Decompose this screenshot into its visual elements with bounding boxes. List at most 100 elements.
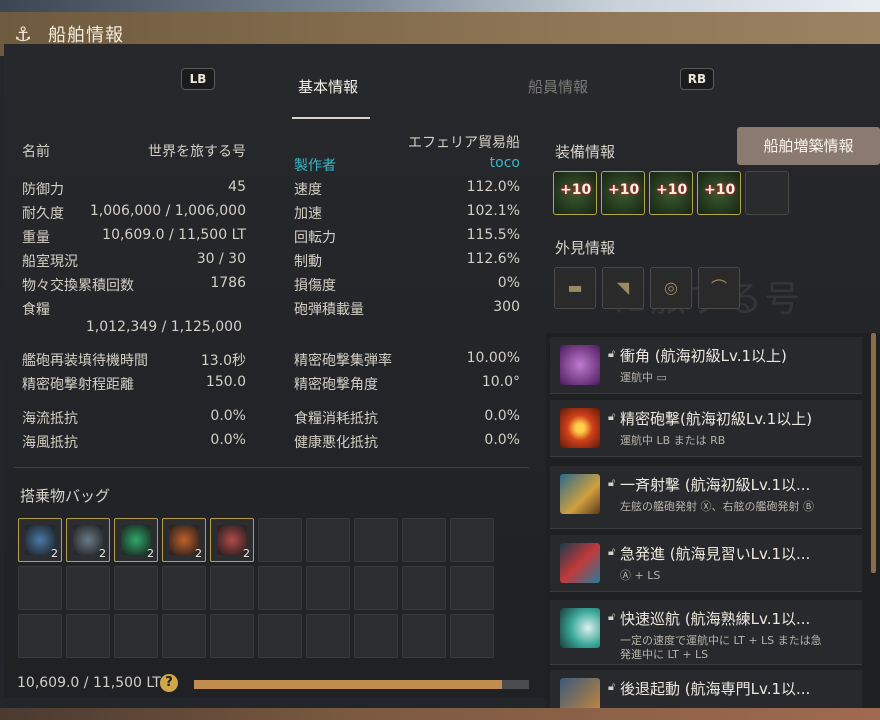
equipment-slot[interactable]: +10 [553, 171, 597, 215]
stat-label: 海風抵抗 [22, 435, 78, 451]
bag-slot-empty[interactable] [402, 614, 446, 658]
bag-slot-empty[interactable] [306, 614, 350, 658]
bag-slot-empty[interactable] [258, 614, 302, 658]
rb-button[interactable]: RB [680, 68, 714, 90]
skill-item[interactable]: 🔓︎ 衝角 (航海初級Lv.1以上) 運航中 ▭ [550, 337, 862, 394]
stat-label: 回転力 [294, 230, 336, 246]
skill-name: 衝角 (航海初級Lv.1以上) [620, 347, 787, 365]
bag-slot-empty[interactable] [18, 566, 62, 610]
bag-slot-empty[interactable] [450, 518, 494, 562]
appearance-sail-icon[interactable]: ⌒ [698, 267, 740, 309]
item-count: 2 [51, 547, 58, 560]
stat-label: 防御力 [22, 182, 64, 198]
tab-crew-info[interactable]: 船員情報 [528, 76, 588, 97]
bag-slot-empty[interactable] [114, 614, 158, 658]
stat-label: 精密砲撃射程距離 [22, 377, 134, 393]
stat-value: 300 [493, 299, 520, 315]
item-count: 2 [147, 547, 154, 560]
bag-slot-empty[interactable] [354, 614, 398, 658]
bag-slot-empty[interactable] [210, 566, 254, 610]
anchor-icon: ⚓ [14, 22, 32, 46]
enhance-level: +10 [560, 182, 592, 198]
bag-slot-empty[interactable] [258, 566, 302, 610]
tab-basic-info[interactable]: 基本情報 [298, 76, 358, 97]
lb-button[interactable]: LB [181, 68, 215, 90]
bag-slot-empty[interactable] [258, 518, 302, 562]
stat-value: 112.0% [466, 179, 520, 195]
stat-value: 45 [228, 179, 246, 195]
background-scenery-bottom [0, 708, 880, 720]
item-count: 2 [243, 547, 250, 560]
bag-item[interactable]: 2 [18, 518, 62, 562]
help-icon[interactable]: ? [160, 674, 178, 692]
skill-item[interactable]: 🔓︎ 一斉射撃 (航海初級Lv.1以... 左舷の艦砲発射 Ⓧ、右舷の艦砲発射 … [550, 466, 862, 529]
stat-label: 加速 [294, 206, 322, 222]
stat-value: 0.0% [484, 432, 520, 448]
lock-icon: 🔓︎ [608, 545, 616, 558]
skill-name: 急発進 (航海見習いLv.1以... [620, 545, 811, 563]
skill-name: 精密砲撃(航海初級Lv.1以上) [620, 410, 813, 428]
stat-label: 健康悪化抵抗 [294, 435, 378, 451]
bag-slot-empty[interactable] [402, 566, 446, 610]
stat-value: 0% [497, 275, 520, 291]
bag-slot-empty[interactable] [162, 614, 206, 658]
food-value: 1,012,349 / 1,125,000 [85, 319, 242, 335]
skill-desc: 運航中 LB または RB [620, 434, 726, 447]
skills-list: 🔓︎ 衝角 (航海初級Lv.1以上) 運航中 ▭ 🔓︎ 精密砲撃(航海初級Lv.… [546, 333, 880, 718]
broadside-icon [560, 474, 600, 514]
skill-item[interactable]: 🔓︎ 快速巡航 (航海熟練Lv.1以... 一定の速度で運航中に LT + LS… [550, 600, 862, 665]
skill-item[interactable]: 🔓︎ 後退起動 (航海専門Lv.1以... [550, 670, 862, 718]
skill-desc: 左舷の艦砲発射 Ⓧ、右舷の艦砲発射 Ⓑ [620, 500, 814, 513]
bag-item[interactable]: 2 [114, 518, 158, 562]
equipment-slot[interactable]: +10 [601, 171, 645, 215]
bag-slot-empty[interactable] [450, 614, 494, 658]
equipment-slot[interactable]: +10 [649, 171, 693, 215]
equipment-slot[interactable]: +10 [697, 171, 741, 215]
skill-name: 後退起動 (航海専門Lv.1以... [620, 680, 811, 698]
bag-slot-empty[interactable] [306, 518, 350, 562]
bag-slot-empty[interactable] [18, 614, 62, 658]
bag-slot-empty[interactable] [450, 566, 494, 610]
lock-icon: 🔓︎ [608, 347, 616, 360]
stat-value: 0.0% [484, 408, 520, 424]
stat-value: 13.0秒 [200, 353, 246, 369]
bag-item[interactable]: 2 [66, 518, 110, 562]
stat-label: 船室現況 [22, 254, 78, 270]
weight-bar [194, 680, 529, 689]
stat-label: 食糧 [22, 302, 50, 318]
appearance-hull-icon[interactable]: ▬ [554, 267, 596, 309]
bag-slot-empty[interactable] [210, 614, 254, 658]
bag-slot-empty[interactable] [66, 614, 110, 658]
name-label: 名前 [22, 144, 50, 160]
bag-slot-empty[interactable] [402, 518, 446, 562]
stat-value: 115.5% [466, 227, 520, 243]
lock-icon: 🔓︎ [608, 410, 616, 423]
lock-icon: 🔓︎ [608, 476, 616, 489]
stat-label: 精密砲撃角度 [294, 377, 378, 393]
ship-type: エフェリア貿易船 [408, 135, 520, 151]
appearance-figurehead-icon[interactable]: ◥ [602, 267, 644, 309]
bag-slot-empty[interactable] [114, 566, 158, 610]
bag-item[interactable]: 2 [210, 518, 254, 562]
dash-icon [560, 543, 600, 583]
bag-slot-empty[interactable] [354, 518, 398, 562]
crew-slot-empty[interactable] [745, 171, 789, 215]
enhance-level: +10 [608, 182, 640, 198]
skill-desc: 発進中に LT + LS [620, 648, 709, 661]
bag-item[interactable]: 2 [162, 518, 206, 562]
bag-slot-empty[interactable] [354, 566, 398, 610]
stat-label: 制動 [294, 254, 322, 270]
bag-weight: 10,609.0 / 11,500 LT [17, 675, 161, 691]
stat-label: 損傷度 [294, 278, 336, 294]
stat-label: 砲弾積載量 [294, 302, 364, 318]
skills-scrollbar[interactable] [871, 333, 876, 573]
bag-slot-empty[interactable] [66, 566, 110, 610]
appearance-cannon-icon[interactable]: ◎ [650, 267, 692, 309]
ship-upgrade-info-button[interactable]: 船舶増築情報 [737, 127, 880, 165]
bag-slot-empty[interactable] [306, 566, 350, 610]
enhance-level: +10 [704, 182, 736, 198]
skill-item[interactable]: 🔓︎ 急発進 (航海見習いLv.1以... Ⓐ + LS [550, 535, 862, 592]
skill-item[interactable]: 🔓︎ 精密砲撃(航海初級Lv.1以上) 運航中 LB または RB [550, 400, 862, 457]
ramming-icon [560, 345, 600, 385]
bag-slot-empty[interactable] [162, 566, 206, 610]
